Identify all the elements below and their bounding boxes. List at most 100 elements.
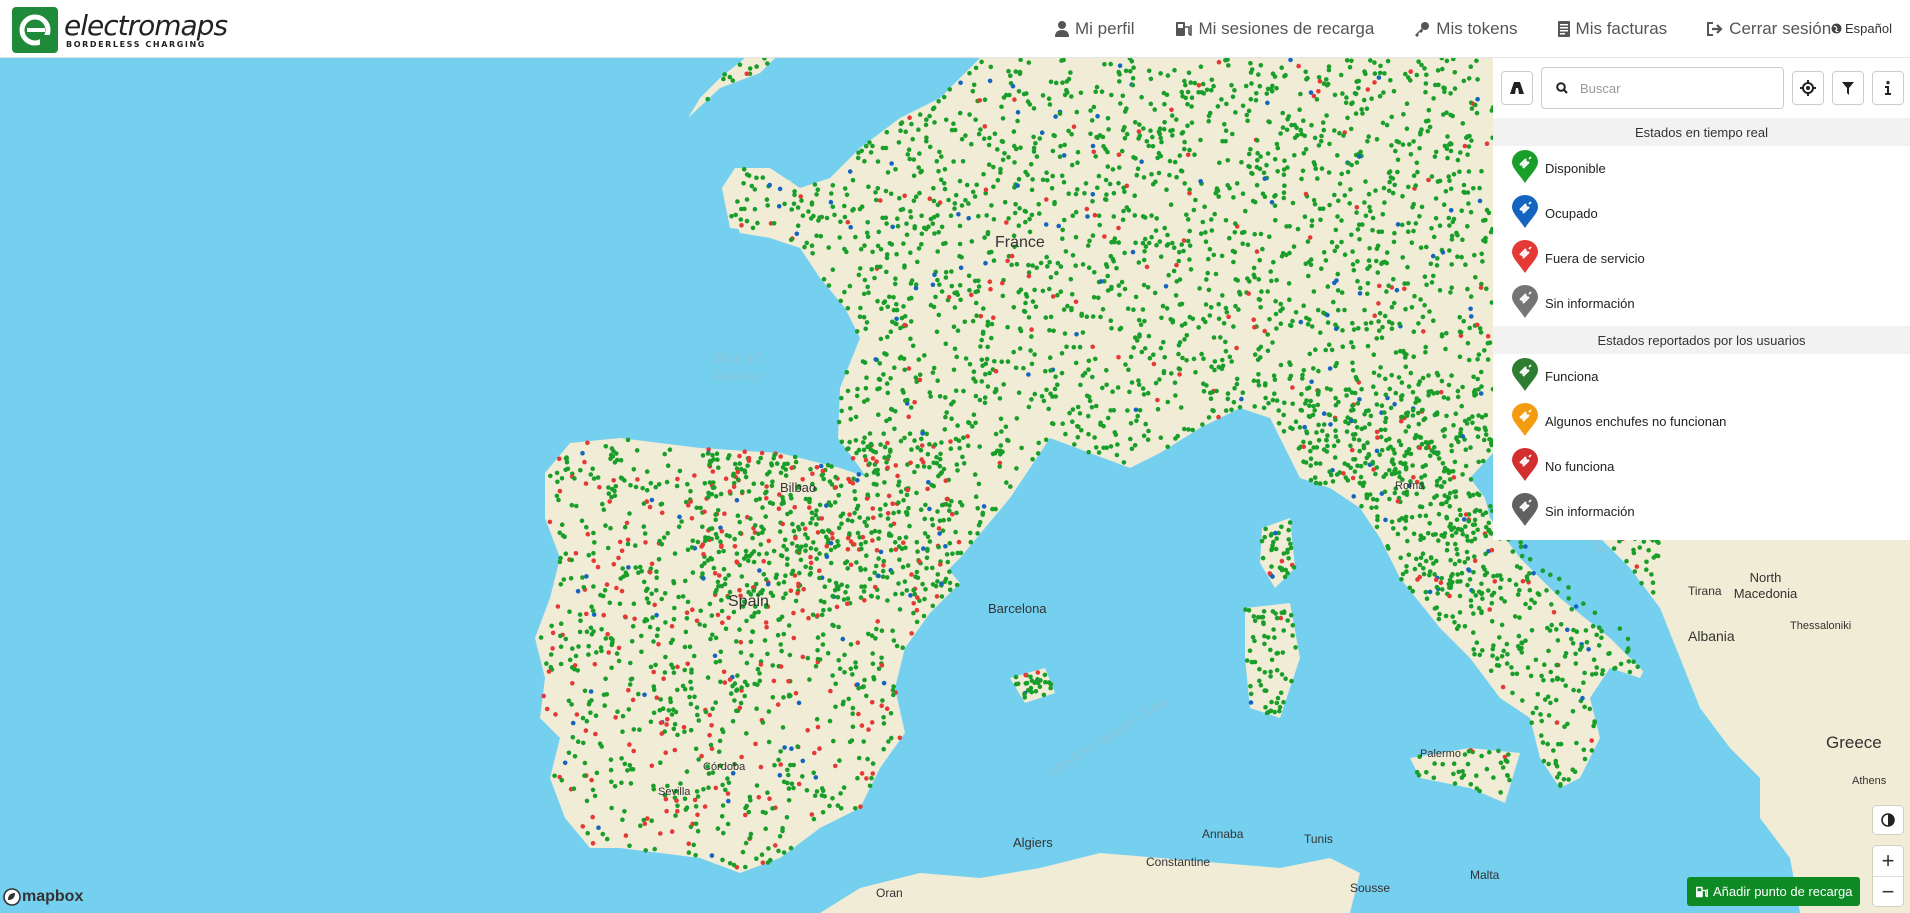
charging-point-marker[interactable] <box>1084 314 1090 320</box>
locate-button[interactable] <box>1792 71 1824 105</box>
charging-point-marker[interactable] <box>1496 663 1502 668</box>
charging-point-marker[interactable] <box>569 502 575 508</box>
charging-point-marker[interactable] <box>1324 449 1330 454</box>
charging-point-marker[interactable] <box>1422 473 1428 478</box>
charging-point-marker[interactable] <box>670 665 676 670</box>
charging-point-marker[interactable] <box>1047 286 1052 292</box>
charging-point-marker[interactable] <box>716 749 722 754</box>
charging-point-marker[interactable] <box>1448 208 1454 213</box>
charging-point-marker[interactable] <box>1365 281 1371 286</box>
charging-point-marker[interactable] <box>1266 709 1271 715</box>
charging-point-marker[interactable] <box>664 722 669 727</box>
charging-point-marker[interactable] <box>1393 390 1399 396</box>
charging-point-marker[interactable] <box>1176 343 1182 348</box>
charging-point-marker[interactable] <box>829 482 835 487</box>
charging-point-marker[interactable] <box>648 480 654 486</box>
charging-point-marker[interactable] <box>908 319 914 324</box>
charging-point-marker[interactable] <box>1153 380 1159 386</box>
charging-point-marker[interactable] <box>1086 367 1091 372</box>
charging-point-marker[interactable] <box>616 658 622 664</box>
charging-point-marker[interactable] <box>969 292 974 298</box>
charging-point-marker[interactable] <box>1480 512 1486 517</box>
charging-point-marker[interactable] <box>884 381 890 386</box>
charging-point-marker[interactable] <box>951 121 956 126</box>
charging-point-marker[interactable] <box>792 504 797 510</box>
charging-point-marker[interactable] <box>820 632 826 637</box>
charging-point-marker[interactable] <box>947 87 953 92</box>
charging-point-marker[interactable] <box>1499 653 1505 659</box>
charging-point-marker[interactable] <box>1476 352 1482 357</box>
charging-point-marker[interactable] <box>1224 101 1229 107</box>
charging-point-marker[interactable] <box>836 525 842 531</box>
charging-point-marker[interactable] <box>1219 97 1224 102</box>
charging-point-marker[interactable] <box>1461 182 1467 188</box>
charging-point-marker[interactable] <box>777 773 783 778</box>
charging-point-marker[interactable] <box>1105 415 1111 421</box>
charging-point-marker[interactable] <box>1398 418 1404 424</box>
charging-point-marker[interactable] <box>1209 217 1214 222</box>
charging-point-marker[interactable] <box>1539 718 1544 724</box>
charging-point-marker[interactable] <box>770 663 775 668</box>
charging-point-marker[interactable] <box>880 145 886 151</box>
charging-point-marker[interactable] <box>836 658 841 663</box>
charging-point-marker[interactable] <box>1413 183 1418 188</box>
charging-point-marker[interactable] <box>1004 480 1009 485</box>
charging-point-marker[interactable] <box>1043 315 1049 320</box>
charging-point-marker[interactable] <box>814 556 819 561</box>
charging-point-marker[interactable] <box>981 136 987 141</box>
charging-point-marker[interactable] <box>1434 584 1440 590</box>
charging-point-marker[interactable] <box>566 750 572 756</box>
charging-point-marker[interactable] <box>644 488 650 493</box>
charging-point-marker[interactable] <box>1579 644 1584 650</box>
charging-point-marker[interactable] <box>1349 390 1355 395</box>
charging-point-marker[interactable] <box>1477 326 1483 331</box>
charging-point-marker[interactable] <box>973 420 978 426</box>
charging-point-marker[interactable] <box>549 623 554 629</box>
charging-point-marker[interactable] <box>967 530 973 536</box>
charging-point-marker[interactable] <box>722 72 727 77</box>
charging-point-marker[interactable] <box>1472 252 1477 258</box>
charging-point-marker[interactable] <box>675 476 680 482</box>
charging-point-marker[interactable] <box>1336 198 1341 204</box>
charging-point-marker[interactable] <box>791 610 796 616</box>
charging-point-marker[interactable] <box>770 479 775 485</box>
charging-point-marker[interactable] <box>1026 273 1032 279</box>
charging-point-marker[interactable] <box>977 444 982 449</box>
charging-point-marker[interactable] <box>1131 307 1136 312</box>
charging-point-marker[interactable] <box>765 581 771 587</box>
charging-point-marker[interactable] <box>1476 426 1481 432</box>
charging-point-marker[interactable] <box>748 639 754 645</box>
charging-point-marker[interactable] <box>1133 294 1139 300</box>
charging-point-marker[interactable] <box>1088 131 1093 137</box>
charging-point-marker[interactable] <box>1090 374 1095 380</box>
charging-point-marker[interactable] <box>600 501 605 507</box>
charging-point-marker[interactable] <box>1414 72 1420 78</box>
charging-point-marker[interactable] <box>754 64 759 69</box>
charging-point-marker[interactable] <box>1100 307 1106 312</box>
charging-point-marker[interactable] <box>1115 442 1120 447</box>
charging-point-marker[interactable] <box>1311 445 1316 450</box>
charging-point-marker[interactable] <box>1487 340 1493 346</box>
charging-point-marker[interactable] <box>738 700 744 706</box>
charging-point-marker[interactable] <box>904 510 910 516</box>
charging-point-marker[interactable] <box>1360 111 1365 116</box>
charging-point-marker[interactable] <box>613 715 618 720</box>
charging-point-marker[interactable] <box>1181 238 1187 243</box>
charging-point-marker[interactable] <box>1289 678 1294 684</box>
charging-point-marker[interactable] <box>858 541 864 547</box>
charging-point-marker[interactable] <box>717 738 723 744</box>
charging-point-marker[interactable] <box>927 442 932 447</box>
charging-point-marker[interactable] <box>866 727 871 732</box>
charging-point-marker[interactable] <box>1040 93 1046 98</box>
charging-point-marker[interactable] <box>845 388 851 394</box>
charging-point-marker[interactable] <box>627 682 633 687</box>
charging-point-marker[interactable] <box>1086 449 1091 455</box>
charging-point-marker[interactable] <box>892 426 897 432</box>
charging-point-marker[interactable] <box>1301 368 1307 373</box>
charging-point-marker[interactable] <box>816 218 821 223</box>
charging-point-marker[interactable] <box>1518 565 1523 571</box>
charging-point-marker[interactable] <box>664 808 669 814</box>
charging-point-marker[interactable] <box>1391 300 1397 306</box>
charging-point-marker[interactable] <box>1321 422 1327 427</box>
charging-point-marker[interactable] <box>919 213 924 219</box>
